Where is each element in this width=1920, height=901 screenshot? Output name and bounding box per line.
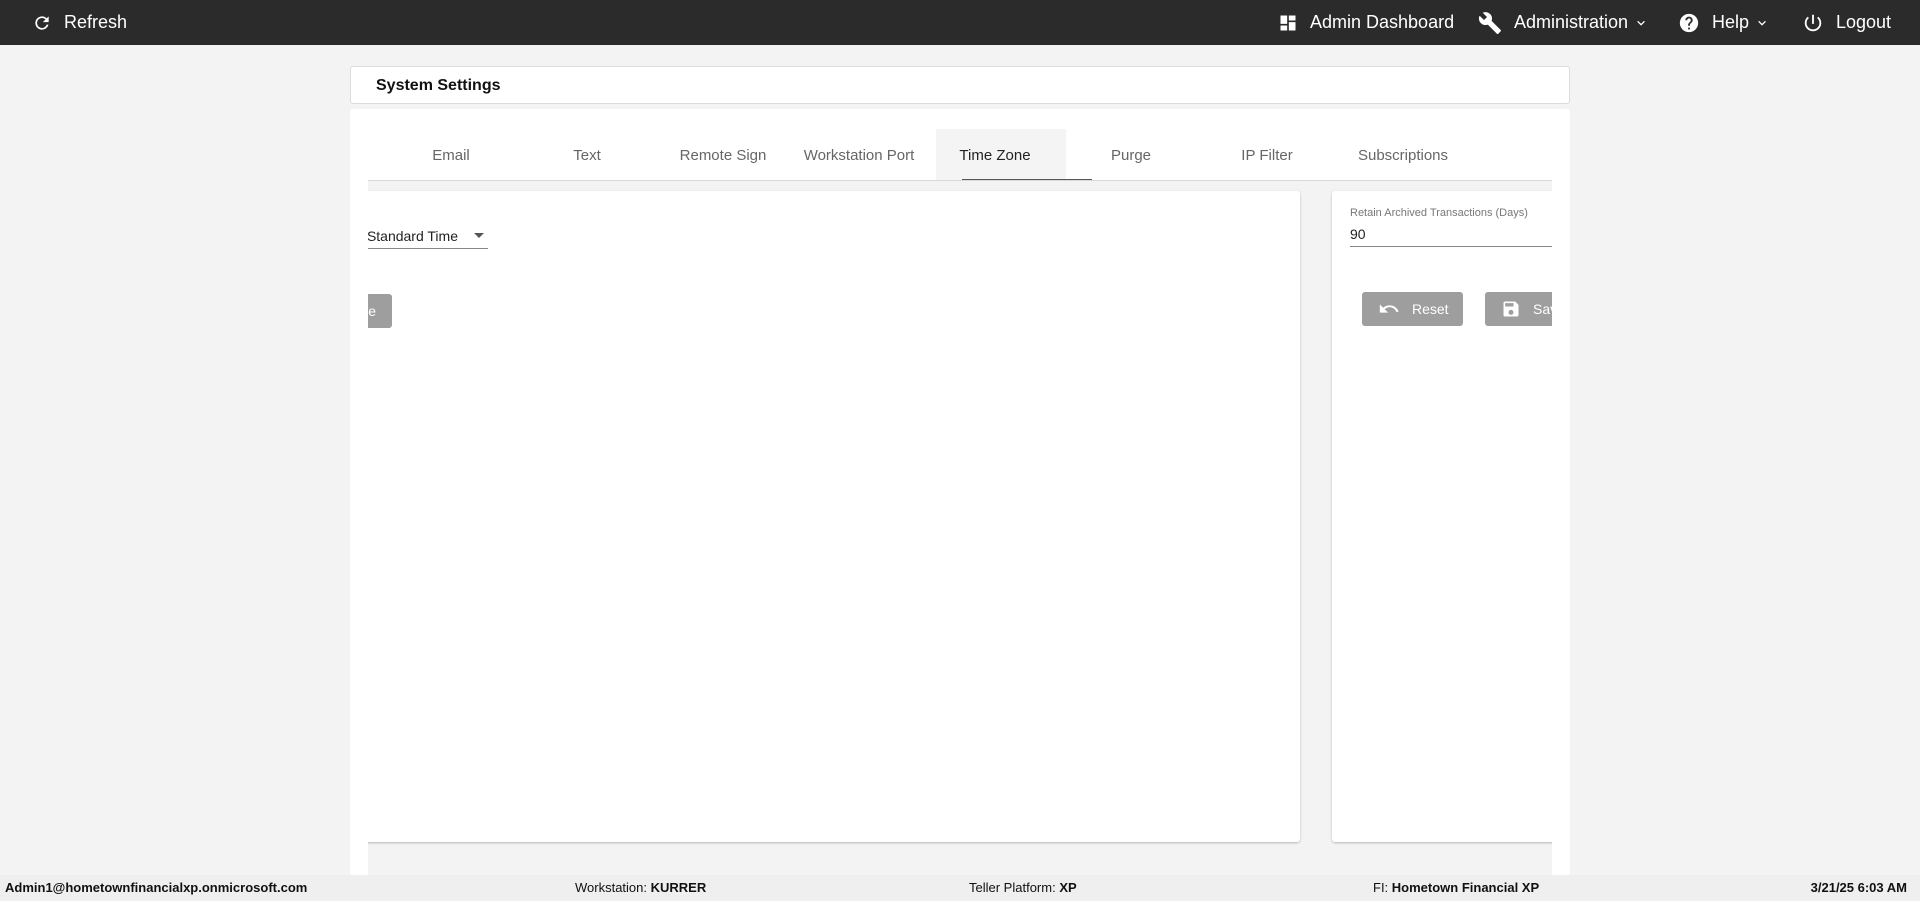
settings-tab-bar: Email Text Remote Sign Workstation Port … — [368, 129, 1552, 181]
help-icon — [1679, 13, 1699, 32]
refresh-button[interactable]: Refresh — [32, 0, 127, 45]
purge-panel: Retain Archived Transactions (Days) 90 R… — [1332, 191, 1552, 842]
platform-label: Teller Platform: — [969, 880, 1060, 895]
status-user: Admin1@hometownfinancialxp.onmicrosoft.c… — [5, 875, 307, 901]
time-zone-select[interactable]: Standard Time — [368, 223, 488, 249]
reset-label: Reset — [1412, 301, 1449, 317]
administration-label: Administration — [1514, 12, 1629, 32]
fi-value: Hometown Financial XP — [1391, 880, 1540, 895]
purge-save-button[interactable]: Save — [1485, 292, 1552, 326]
page-title: System Settings — [376, 77, 501, 94]
settings-card: Email Text Remote Sign Workstation Port … — [350, 109, 1570, 876]
tab-ip-filter[interactable]: IP Filter — [1202, 129, 1332, 180]
reset-button[interactable]: Reset — [1362, 292, 1463, 326]
logout-button[interactable]: Logout — [1802, 0, 1891, 45]
tab-subscriptions[interactable]: Subscriptions — [1338, 129, 1468, 180]
help-menu[interactable]: Help — [1678, 0, 1769, 45]
admin-dashboard-label: Admin Dashboard — [1310, 12, 1455, 32]
logout-label: Logout — [1836, 12, 1892, 32]
time-zone-panel: Standard Time Save — [368, 191, 1300, 842]
retain-archived-value: 90 — [1350, 225, 1366, 242]
user-email: Admin1@hometownfinancialxp.onmicrosoft.c… — [5, 880, 308, 895]
fi-label: FI: — [1373, 880, 1392, 895]
tab-content-viewport[interactable]: Standard Time Save Retain Archived Trans… — [368, 181, 1552, 876]
refresh-icon — [35, 15, 49, 30]
status-fi: FI: Hometown Financial XP — [1373, 875, 1539, 901]
time-zone-save-button[interactable]: Save — [368, 294, 392, 328]
help-label: Help — [1712, 12, 1750, 32]
status-bar: Admin1@hometownfinancialxp.onmicrosoft.c… — [0, 875, 1920, 901]
status-datetime: 3/21/25 6:03 AM — [1811, 875, 1907, 901]
retain-archived-input[interactable]: 90 — [1350, 221, 1552, 247]
platform-value: XP — [1059, 880, 1077, 895]
power-icon — [1804, 14, 1822, 31]
workstation-value: KURRER — [650, 880, 707, 895]
datetime-value: 3/21/25 6:03 AM — [1810, 880, 1907, 895]
dashboard-icon — [1280, 15, 1296, 30]
time-zone-value: Standard Time — [368, 227, 458, 244]
tab-time-zone[interactable]: Time Zone — [930, 129, 1060, 180]
top-navigation-bar: Refresh Admin Dashboard Administration H… — [0, 0, 1920, 45]
admin-dashboard-button[interactable]: Admin Dashboard — [1278, 0, 1454, 45]
tab-purge[interactable]: Purge — [1066, 129, 1196, 180]
status-platform: Teller Platform: XP — [969, 875, 1077, 901]
status-workstation: Workstation: KURRER — [575, 875, 706, 901]
save-label: Save — [368, 303, 376, 319]
retain-archived-label: Retain Archived Transactions (Days) — [1350, 207, 1528, 219]
tab-remote-sign[interactable]: Remote Sign — [658, 129, 788, 180]
chevron-down-icon — [1637, 20, 1645, 26]
administration-menu[interactable]: Administration — [1478, 0, 1648, 45]
tab-email[interactable]: Email — [386, 129, 516, 180]
dropdown-arrow-icon — [474, 233, 484, 238]
undo-icon — [1379, 304, 1399, 313]
workstation-label: Workstation: — [575, 880, 651, 895]
chevron-down-icon — [1758, 20, 1766, 26]
tab-workstation-port[interactable]: Workstation Port — [794, 129, 924, 180]
save-icon — [1503, 301, 1519, 317]
save-label: Save — [1533, 301, 1552, 317]
refresh-label: Refresh — [64, 12, 128, 32]
page-header: System Settings — [350, 66, 1570, 104]
wrench-icon — [1478, 11, 1501, 34]
tab-text[interactable]: Text — [522, 129, 652, 180]
